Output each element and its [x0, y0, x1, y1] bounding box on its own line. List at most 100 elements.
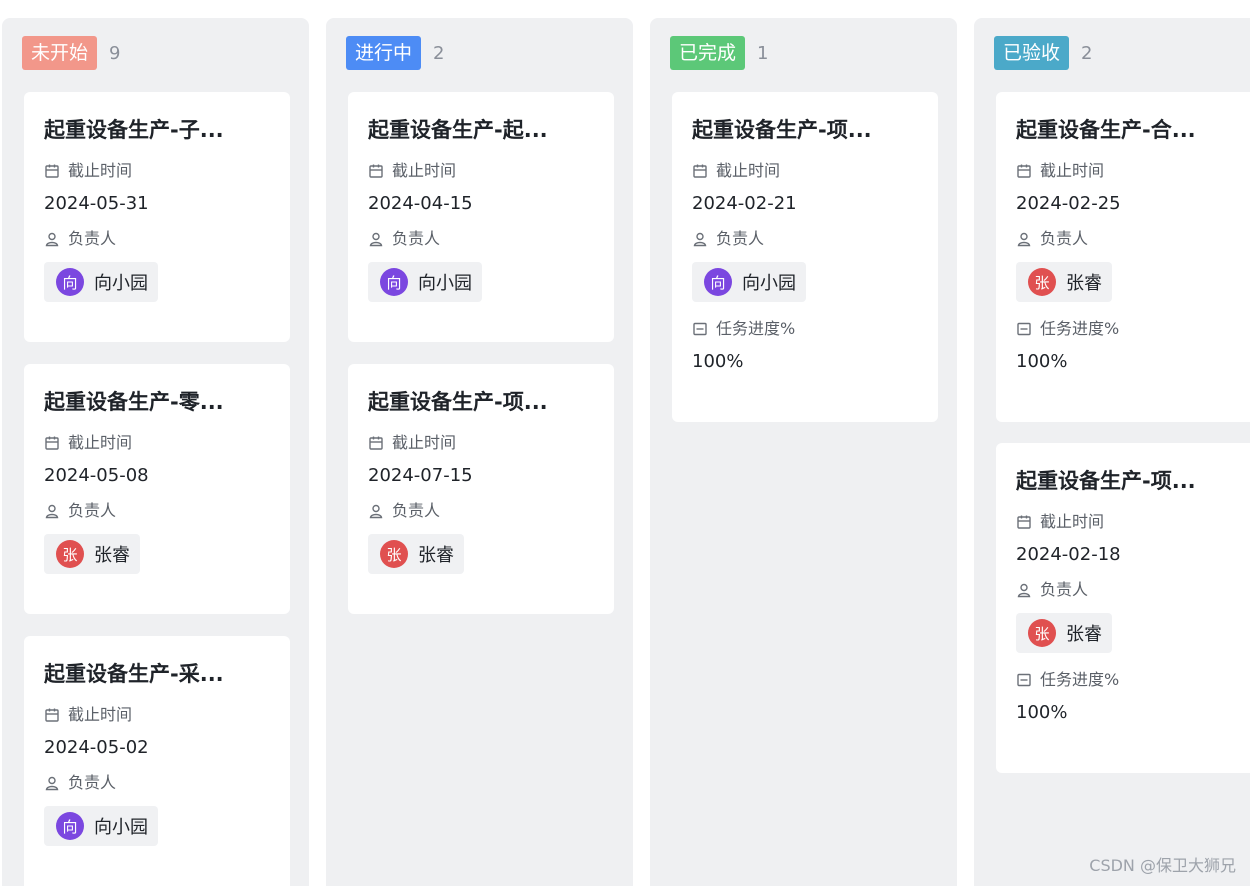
owner-label: 负责人: [68, 229, 117, 248]
task-card[interactable]: 起重设备生产-采... 截止时间 2024-05-02 负责人向向小园: [24, 636, 290, 886]
owner-label-row: 负责人: [44, 226, 270, 252]
progress-label: 任务进度%: [1040, 319, 1120, 338]
column-count: 1: [757, 42, 769, 64]
deadline-label: 截止时间: [716, 161, 781, 180]
column-count: 2: [1081, 42, 1093, 64]
task-card[interactable]: 起重设备生产-项... 截止时间 2024-02-18 负责人张张睿任务进度% 100%: [996, 443, 1250, 773]
user-icon: [368, 231, 384, 247]
owner-label: 负责人: [392, 501, 441, 520]
deadline-value: 2024-02-18: [1016, 544, 1121, 565]
owner-name: 张睿: [1066, 273, 1102, 294]
owner-name: 张睿: [94, 545, 130, 566]
owner-chip[interactable]: 向向小园: [44, 806, 158, 846]
user-icon: [368, 503, 384, 519]
owner-label: 负责人: [716, 229, 765, 248]
owner-name: 张睿: [1066, 624, 1102, 645]
user-icon: [1016, 582, 1032, 598]
deadline-value: 2024-05-31: [44, 193, 149, 214]
progress-value: 100%: [692, 351, 744, 372]
progress-value: 100%: [1016, 351, 1068, 372]
status-tag: 已验收: [994, 36, 1070, 70]
user-icon: [44, 231, 60, 247]
calendar-icon: [44, 707, 60, 723]
column-header: 已完成 1: [670, 36, 768, 70]
deadline-label-row: 截止时间: [368, 430, 594, 456]
status-tag: 进行中: [346, 36, 422, 70]
avatar: 向: [380, 268, 408, 296]
column-count: 2: [433, 42, 445, 64]
column-completed: 已完成 1 起重设备生产-项... 截止时间 2024-02-21 负责人向向小园 任务…: [650, 18, 957, 886]
column-accepted: 已验收 2 起重设备生产-合... 截止时间 2024-02-25 负责人张张睿 任务进…: [974, 18, 1250, 886]
deadline-label-row: 截止时间: [1016, 158, 1242, 184]
avatar: 张: [1028, 268, 1056, 296]
avatar: 张: [1028, 619, 1056, 647]
deadline-label-row: 截止时间: [44, 158, 270, 184]
avatar: 张: [380, 540, 408, 568]
column-header: 未开始 9: [22, 36, 120, 70]
owner-chip[interactable]: 向向小园: [368, 262, 482, 302]
deadline-label-row: 截止时间: [44, 702, 270, 728]
card-title: 起重设备生产-起...: [368, 118, 548, 142]
progress-label-row: 任务进度%: [1016, 667, 1242, 693]
task-card[interactable]: 起重设备生产-零... 截止时间 2024-05-08 负责人张张睿: [24, 364, 290, 614]
kanban-board: 未开始 9 起重设备生产-子... 截止时间 2024-05-31 负责人向向小园 起…: [0, 0, 1250, 886]
calendar-icon: [44, 163, 60, 179]
owner-chip[interactable]: 张张睿: [1016, 613, 1112, 653]
deadline-value: 2024-07-15: [368, 465, 473, 486]
status-tag: 未开始: [22, 36, 98, 70]
owner-chip[interactable]: 张张睿: [44, 534, 140, 574]
deadline-value: 2024-02-21: [692, 193, 797, 214]
progress-label: 任务进度%: [716, 319, 796, 338]
deadline-label: 截止时间: [68, 161, 133, 180]
task-card[interactable]: 起重设备生产-起... 截止时间 2024-04-15 负责人向向小园: [348, 92, 614, 342]
user-icon: [44, 503, 60, 519]
owner-label: 负责人: [68, 501, 117, 520]
owner-name: 向小园: [94, 817, 148, 838]
owner-name: 向小园: [94, 273, 148, 294]
deadline-value: 2024-02-25: [1016, 193, 1121, 214]
deadline-label-row: 截止时间: [368, 158, 594, 184]
task-card[interactable]: 起重设备生产-项... 截止时间 2024-02-21 负责人向向小园 任务进度% 100…: [672, 92, 938, 422]
owner-name: 向小园: [418, 273, 472, 294]
owner-chip[interactable]: 向向小园: [44, 262, 158, 302]
task-card[interactable]: 起重设备生产-合... 截止时间 2024-02-25 负责人张张睿任务进度% 100%: [996, 92, 1250, 422]
calendar-icon: [692, 163, 708, 179]
card-title: 起重设备生产-合...: [1016, 118, 1196, 142]
owner-label-row: 负责人: [368, 226, 594, 252]
avatar: 向: [704, 268, 732, 296]
progress-label-row: 任务进度%: [692, 316, 918, 342]
user-icon: [44, 775, 60, 791]
card-title: 起重设备生产-项...: [1016, 469, 1196, 493]
column-in-progress: 进行中 2 起重设备生产-起... 截止时间 2024-04-15 负责人向向小园 起…: [326, 18, 633, 886]
deadline-label: 截止时间: [68, 705, 133, 724]
progress-label-row: 任务进度%: [1016, 316, 1242, 342]
owner-label: 负责人: [392, 229, 441, 248]
owner-label-row: 负责人: [1016, 226, 1242, 252]
progress-icon: [1016, 672, 1032, 688]
user-icon: [1016, 231, 1032, 247]
avatar: 向: [56, 268, 84, 296]
owner-name: 向小园: [742, 273, 796, 294]
deadline-label: 截止时间: [68, 433, 133, 452]
calendar-icon: [368, 435, 384, 451]
deadline-label: 截止时间: [1040, 512, 1105, 531]
deadline-label: 截止时间: [392, 161, 457, 180]
owner-label: 负责人: [1040, 580, 1089, 599]
task-card[interactable]: 起重设备生产-子... 截止时间 2024-05-31 负责人向向小园: [24, 92, 290, 342]
deadline-label-row: 截止时间: [692, 158, 918, 184]
deadline-label: 截止时间: [1040, 161, 1105, 180]
owner-label: 负责人: [68, 773, 117, 792]
task-card[interactable]: 起重设备生产-项... 截止时间 2024-07-15 负责人张张睿: [348, 364, 614, 614]
calendar-icon: [1016, 514, 1032, 530]
card-title: 起重设备生产-项...: [368, 390, 548, 414]
owner-chip[interactable]: 张张睿: [368, 534, 464, 574]
owner-label: 负责人: [1040, 229, 1089, 248]
owner-label-row: 负责人: [368, 498, 594, 524]
owner-chip[interactable]: 张张睿: [1016, 262, 1112, 302]
owner-chip[interactable]: 向向小园: [692, 262, 806, 302]
card-title: 起重设备生产-零...: [44, 390, 224, 414]
deadline-value: 2024-05-08: [44, 465, 149, 486]
progress-icon: [692, 321, 708, 337]
progress-value: 100%: [1016, 702, 1068, 723]
owner-label-row: 负责人: [1016, 577, 1242, 603]
